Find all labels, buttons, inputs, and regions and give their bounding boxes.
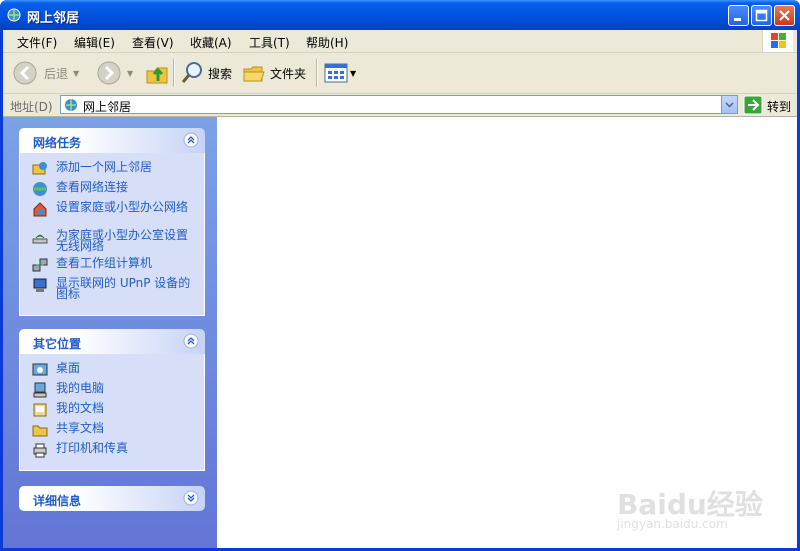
views-icon	[324, 63, 348, 83]
go-label: 转到	[767, 100, 792, 114]
go-arrow-icon	[743, 95, 763, 115]
task-label: 查看网络连接	[56, 180, 129, 194]
minimize-button[interactable]	[728, 5, 749, 26]
search-button[interactable]: 搜索	[179, 59, 237, 87]
workgroup-computers-icon	[32, 258, 48, 272]
other-places-body: 桌面 我的电脑 我的文档 共享文档 打印机和传真	[19, 354, 205, 471]
menu-view[interactable]: 查看(V)	[132, 34, 174, 51]
task-label: 查看工作组计算机	[56, 256, 153, 270]
menu-help[interactable]: 帮助(H)	[306, 34, 348, 51]
details-panel: 详细信息	[19, 486, 205, 511]
forward-dropdown-icon[interactable]: ▼	[127, 69, 133, 78]
network-tasks-panel: 网络任务 添加一个网上邻居 查看网络连接 设置家庭或小型办公网络 为家庭或小型办…	[19, 128, 205, 316]
up-folder-icon	[146, 67, 168, 84]
folders-button[interactable]: 文件夹	[241, 59, 311, 87]
place-label: 共享文档	[56, 421, 105, 435]
baidu-watermark: Baidu经验 jingyan.baidu.com	[615, 465, 765, 535]
address-input[interactable]: 网上邻居	[60, 95, 738, 114]
network-connections-icon	[33, 182, 47, 196]
task-label: 设置家庭或小型办公网络	[56, 200, 189, 214]
menu-bar: 文件(F) 编辑(E) 查看(V) 收藏(A) 工具(T) 帮助(H)	[3, 30, 797, 53]
desktop-icon	[32, 363, 48, 376]
menu-file[interactable]: 文件(F)	[17, 34, 57, 51]
place-label: 我的电脑	[56, 381, 105, 395]
views-dropdown-icon: ▼	[350, 69, 357, 78]
toolbar: 后退 ▼ ▼ 搜索 文件夹 ▼	[3, 53, 797, 94]
windows-logo	[762, 30, 793, 52]
windows-flag-icon	[771, 33, 786, 48]
menu-favorites[interactable]: 收藏(A)	[190, 34, 232, 51]
network-tasks-body: 添加一个网上邻居 查看网络连接 设置家庭或小型办公网络 为家庭或小型办公室设置无…	[19, 153, 205, 316]
folder-icon	[243, 66, 265, 82]
task-label: 为家庭或小型办公室设置无线网络	[56, 228, 189, 253]
chevron-down-icon	[725, 102, 734, 108]
minimize-icon	[734, 18, 741, 21]
close-icon	[779, 10, 790, 21]
watermark-url: jingyan.baidu.com	[617, 517, 728, 531]
network-tasks-header[interactable]: 网络任务	[19, 128, 205, 153]
place-label: 我的文档	[56, 401, 105, 415]
maximize-button[interactable]	[751, 5, 772, 26]
other-places-panel: 其它位置 桌面 我的电脑 我的文档 共享文档 打印机和传真	[19, 329, 205, 471]
panel-title: 详细信息	[33, 494, 82, 508]
collapse-icon[interactable]	[183, 333, 199, 349]
toolbar-separator	[316, 59, 318, 87]
task-label: 添加一个网上邻居	[56, 160, 153, 174]
my-computer-icon	[33, 382, 47, 398]
panel-title: 网络任务	[33, 136, 82, 150]
address-dropdown-button[interactable]	[721, 96, 737, 113]
search-label: 搜索	[208, 67, 233, 81]
place-label: 桌面	[56, 361, 81, 375]
address-label: 地址(D)	[10, 100, 53, 114]
address-bar: 地址(D) 网上邻居 转到	[3, 94, 797, 117]
views-button[interactable]: ▼	[323, 59, 359, 87]
task-pane: 网络任务 添加一个网上邻居 查看网络连接 设置家庭或小型办公网络 为家庭或小型办…	[3, 117, 217, 548]
shared-documents-icon	[32, 425, 48, 437]
collapse-icon[interactable]	[183, 132, 199, 148]
expand-icon[interactable]	[183, 490, 199, 506]
back-arrow-icon	[13, 61, 37, 85]
toolbar-separator	[173, 59, 175, 87]
explorer-window: 网上邻居 文件(F) 编辑(E) 查看(V) 收藏(A) 工具(T) 帮助(H)	[0, 0, 800, 551]
panel-title: 其它位置	[33, 337, 82, 351]
place-label: 打印机和传真	[56, 441, 129, 455]
maximize-icon	[755, 9, 768, 22]
details-header[interactable]: 详细信息	[19, 486, 205, 511]
menu-tools[interactable]: 工具(T)	[249, 34, 290, 51]
other-places-header[interactable]: 其它位置	[19, 329, 205, 354]
close-button[interactable]	[774, 5, 795, 26]
up-folder-button[interactable]	[143, 59, 171, 87]
forward-arrow-icon	[97, 61, 121, 85]
address-value: 网上邻居	[83, 100, 132, 114]
search-icon	[181, 62, 202, 83]
forward-button[interactable]	[95, 59, 125, 87]
title-bar[interactable]: 网上邻居	[0, 0, 800, 30]
folders-label: 文件夹	[270, 67, 307, 81]
back-button[interactable]: 后退	[11, 59, 71, 87]
task-label: 显示联网的 UPnP 设备的图标	[56, 276, 191, 301]
back-label: 后退	[44, 67, 69, 81]
home-network-icon	[33, 202, 47, 217]
menu-edit[interactable]: 编辑(E)	[74, 34, 115, 51]
printers-icon	[33, 443, 47, 458]
my-documents-icon	[33, 403, 47, 417]
window-title: 网上邻居	[27, 11, 80, 26]
network-places-icon	[65, 99, 77, 111]
go-button[interactable]: 转到	[743, 95, 795, 115]
upnp-device-icon	[33, 278, 47, 292]
wireless-network-icon	[32, 234, 48, 244]
back-dropdown-icon[interactable]: ▼	[73, 69, 79, 78]
add-network-place-icon	[32, 162, 47, 175]
network-places-icon	[7, 8, 21, 22]
